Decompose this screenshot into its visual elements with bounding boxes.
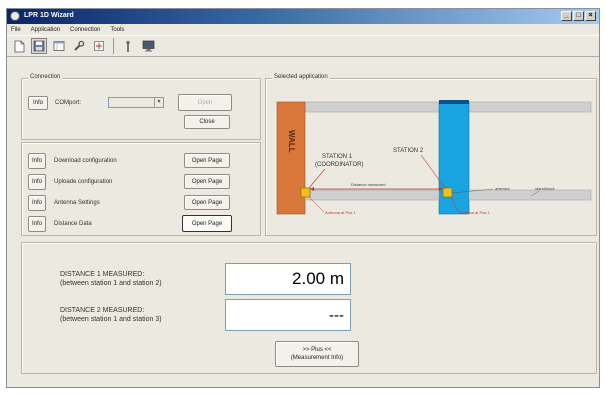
config-icon[interactable] [91, 38, 107, 54]
application-group-title: Selected application [272, 74, 330, 80]
antenna-icon[interactable] [120, 38, 136, 54]
minimize-button[interactable]: _ [561, 11, 572, 21]
station1-pointer [308, 168, 326, 189]
open-button[interactable]: Open [178, 94, 232, 111]
menu-file[interactable]: File [11, 27, 21, 33]
info-button-download[interactable]: Info [28, 153, 46, 169]
toolbar-separator [113, 38, 114, 54]
comport-label: COMport: [55, 100, 82, 106]
antenna-open-page-button[interactable]: Open Page [184, 195, 230, 210]
application-group: Selected application WALL Distance measu… [265, 74, 597, 236]
distance2-title: DISTANCE 2 MEASURED: [60, 307, 145, 314]
measurement-info-button[interactable]: >> Plus << (Measurement Info) [275, 341, 359, 367]
distance2-subtitle: (between station 1 and station 3) [60, 316, 162, 323]
bottom-track [304, 189, 440, 201]
distance-open-page-button[interactable]: Open Page [182, 215, 232, 232]
distance1-label: DISTANCE 1 MEASURED: (between station 1 … [60, 270, 162, 288]
distance-data-label: Distance Data [54, 221, 92, 227]
menu-connection[interactable]: Connection [70, 27, 100, 33]
monitor-icon[interactable] [140, 38, 156, 54]
new-doc-icon[interactable] [11, 38, 27, 54]
window-title: LPR 1D Wizard [24, 12, 74, 19]
menu-tools[interactable]: Tools [110, 27, 124, 33]
wall-label: WALL [287, 130, 296, 153]
station1-marker [300, 187, 311, 198]
measurement-group: DISTANCE 1 MEASURED: (between station 1 … [21, 242, 597, 374]
menu-bar: File Application Connection Tools [7, 24, 599, 35]
wrench-icon[interactable] [71, 38, 87, 54]
close-window-button[interactable]: × [585, 11, 596, 21]
connection-group: Connection Info COMport: ▾ Open Close [21, 74, 261, 140]
disk-icon[interactable] [31, 38, 47, 54]
pages-group: Info Download configuration Open Page In… [21, 142, 261, 236]
comport-select[interactable]: ▾ [108, 97, 164, 108]
stand-label: stand/track [535, 186, 555, 191]
download-open-page-button[interactable]: Open Page [184, 153, 230, 168]
toolbar [7, 35, 599, 57]
application-diagram: WALL Distance measured STATION 1 (COORDI… [276, 100, 592, 215]
info-button-upload[interactable]: Info [28, 174, 46, 190]
bottom-track-right [468, 189, 592, 201]
station2-column-top [439, 100, 469, 104]
upload-configuration-label: Uploade configuration [54, 179, 113, 185]
measurement-info-line2: (Measurement Info) [290, 355, 344, 361]
distance2-value: --- [225, 299, 351, 331]
app-logo-icon [10, 11, 20, 21]
antenna-settings-label: Antenna Settings [54, 200, 100, 206]
station1-label-line2: (COORDINATOR) [315, 162, 363, 168]
close-button[interactable]: Close [184, 115, 230, 129]
app-window: LPR 1D Wizard _ □ × File Application Con… [6, 8, 600, 388]
window-icon[interactable] [51, 38, 67, 54]
distance-measured-label: Distance measured [351, 182, 385, 187]
download-configuration-label: Download configuration [54, 158, 117, 164]
station2-label: STATION 2 [393, 148, 424, 154]
antenna-pos2-label: Antenna at Pos 1 [459, 210, 490, 215]
antenna-label: antenna [495, 186, 510, 191]
distance1-title: DISTANCE 1 MEASURED: [60, 271, 145, 278]
maximize-button[interactable]: □ [573, 11, 584, 21]
menu-application[interactable]: Application [31, 27, 60, 33]
info-button-antenna[interactable]: Info [28, 195, 46, 211]
station1-label-line1: STATION 1 [322, 154, 353, 160]
chevron-down-icon[interactable]: ▾ [154, 98, 163, 107]
measurement-info-line1: >> Plus << [302, 347, 332, 353]
distance1-value: 2.00 m [225, 263, 351, 295]
info-button-distance[interactable]: Info [28, 216, 46, 232]
antenna-pos1-label: Antenna at Pos 1 [325, 210, 356, 215]
distance1-subtitle: (between station 1 and station 2) [60, 280, 162, 287]
connection-group-title: Connection [28, 74, 63, 80]
title-bar: LPR 1D Wizard _ □ × [7, 9, 599, 24]
station2-marker [442, 187, 453, 198]
window-controls: _ □ × [561, 11, 596, 21]
distance2-label: DISTANCE 2 MEASURED: (between station 1 … [60, 306, 162, 324]
connection-info-button[interactable]: Info [28, 96, 48, 110]
upload-open-page-button[interactable]: Open Page [184, 174, 230, 189]
